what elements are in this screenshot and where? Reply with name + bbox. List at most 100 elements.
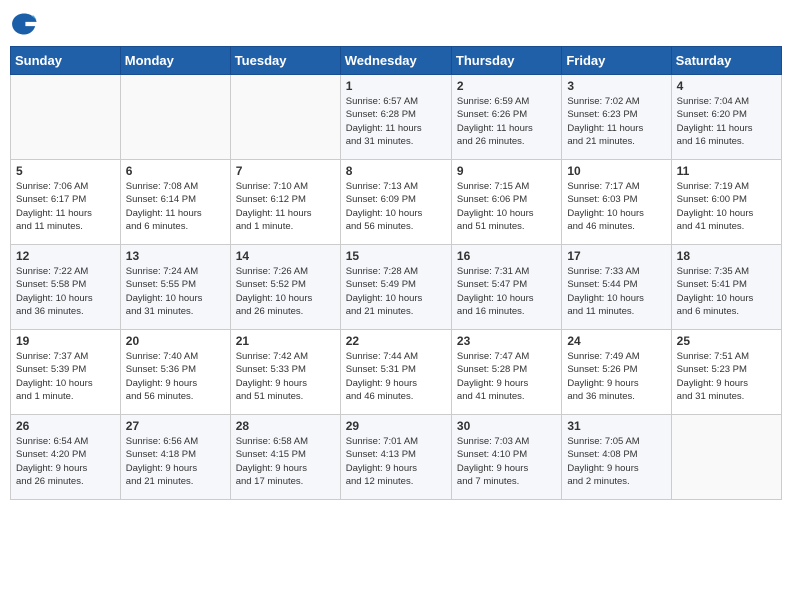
day-number: 24 bbox=[567, 334, 665, 348]
day-info: Sunrise: 7:37 AM Sunset: 5:39 PM Dayligh… bbox=[16, 350, 115, 403]
calendar-cell: 11Sunrise: 7:19 AM Sunset: 6:00 PM Dayli… bbox=[671, 160, 781, 245]
day-number: 4 bbox=[677, 79, 776, 93]
calendar-cell: 15 Sunrise: 7:28 AM Sunset: 5:49 PM Dayli… bbox=[340, 245, 451, 330]
calendar-cell: 28 Sunrise: 6:58 AM Sunset: 4:15 PM Dayli… bbox=[230, 415, 340, 500]
calendar-cell: 22 Sunrise: 7:44 AM Sunset: 5:31 PM Dayli… bbox=[340, 330, 451, 415]
calendar-cell: 2Sunrise: 6:59 AM Sunset: 6:26 PM Daylig… bbox=[451, 75, 561, 160]
day-info: Sunrise: 7:44 AM Sunset: 5:31 PM Dayligh… bbox=[346, 350, 446, 403]
calendar-week-4: 19 Sunrise: 7:37 AM Sunset: 5:39 PM Dayli… bbox=[11, 330, 782, 415]
day-number: 14 bbox=[236, 249, 335, 263]
calendar-cell bbox=[230, 75, 340, 160]
calendar-cell bbox=[120, 75, 230, 160]
day-info: Sunrise: 7:33 AM Sunset: 5:44 PM Dayligh… bbox=[567, 265, 665, 318]
logo bbox=[10, 10, 42, 38]
page-header bbox=[10, 10, 782, 38]
day-info: Sunrise: 6:56 AM Sunset: 4:18 PM Dayligh… bbox=[126, 435, 225, 488]
calendar-cell: 29Sunrise: 7:01 AM Sunset: 4:13 PM Dayli… bbox=[340, 415, 451, 500]
header-wednesday: Wednesday bbox=[340, 47, 451, 75]
day-number: 3 bbox=[567, 79, 665, 93]
day-info: Sunrise: 6:57 AM Sunset: 6:28 PM Dayligh… bbox=[346, 95, 446, 148]
calendar-cell: 30 Sunrise: 7:03 AM Sunset: 4:10 PM Dayli… bbox=[451, 415, 561, 500]
day-number: 2 bbox=[457, 79, 556, 93]
day-info: Sunrise: 7:28 AM Sunset: 5:49 PM Dayligh… bbox=[346, 265, 446, 318]
day-info: Sunrise: 7:42 AM Sunset: 5:33 PM Dayligh… bbox=[236, 350, 335, 403]
calendar-week-5: 26 Sunrise: 6:54 AM Sunset: 4:20 PM Dayli… bbox=[11, 415, 782, 500]
header-thursday: Thursday bbox=[451, 47, 561, 75]
day-number: 25 bbox=[677, 334, 776, 348]
day-info: Sunrise: 7:19 AM Sunset: 6:00 PM Dayligh… bbox=[677, 180, 776, 233]
calendar-cell: 14 Sunrise: 7:26 AM Sunset: 5:52 PM Dayli… bbox=[230, 245, 340, 330]
day-number: 18 bbox=[677, 249, 776, 263]
calendar-cell: 1Sunrise: 6:57 AM Sunset: 6:28 PM Daylig… bbox=[340, 75, 451, 160]
day-number: 10 bbox=[567, 164, 665, 178]
day-number: 15 bbox=[346, 249, 446, 263]
day-info: Sunrise: 7:04 AM Sunset: 6:20 PM Dayligh… bbox=[677, 95, 776, 148]
day-info: Sunrise: 7:15 AM Sunset: 6:06 PM Dayligh… bbox=[457, 180, 556, 233]
day-info: Sunrise: 7:51 AM Sunset: 5:23 PM Dayligh… bbox=[677, 350, 776, 403]
day-number: 7 bbox=[236, 164, 335, 178]
calendar-cell bbox=[11, 75, 121, 160]
calendar-cell: 12Sunrise: 7:22 AM Sunset: 5:58 PM Dayli… bbox=[11, 245, 121, 330]
calendar-header-row: SundayMondayTuesdayWednesdayThursdayFrid… bbox=[11, 47, 782, 75]
calendar-cell: 31 Sunrise: 7:05 AM Sunset: 4:08 PM Dayli… bbox=[562, 415, 671, 500]
day-info: Sunrise: 7:24 AM Sunset: 5:55 PM Dayligh… bbox=[126, 265, 225, 318]
calendar-cell: 27 Sunrise: 6:56 AM Sunset: 4:18 PM Dayli… bbox=[120, 415, 230, 500]
calendar-table: SundayMondayTuesdayWednesdayThursdayFrid… bbox=[10, 46, 782, 500]
calendar-cell: 10 Sunrise: 7:17 AM Sunset: 6:03 PM Dayli… bbox=[562, 160, 671, 245]
day-number: 6 bbox=[126, 164, 225, 178]
day-number: 31 bbox=[567, 419, 665, 433]
calendar-cell: 8Sunrise: 7:13 AM Sunset: 6:09 PM Daylig… bbox=[340, 160, 451, 245]
calendar-cell: 13 Sunrise: 7:24 AM Sunset: 5:55 PM Dayli… bbox=[120, 245, 230, 330]
day-number: 19 bbox=[16, 334, 115, 348]
calendar-cell: 17 Sunrise: 7:33 AM Sunset: 5:44 PM Dayli… bbox=[562, 245, 671, 330]
day-info: Sunrise: 6:58 AM Sunset: 4:15 PM Dayligh… bbox=[236, 435, 335, 488]
calendar-week-3: 12Sunrise: 7:22 AM Sunset: 5:58 PM Dayli… bbox=[11, 245, 782, 330]
day-number: 9 bbox=[457, 164, 556, 178]
day-number: 13 bbox=[126, 249, 225, 263]
calendar-cell: 19 Sunrise: 7:37 AM Sunset: 5:39 PM Dayli… bbox=[11, 330, 121, 415]
calendar-cell: 9 Sunrise: 7:15 AM Sunset: 6:06 PM Daylig… bbox=[451, 160, 561, 245]
day-number: 23 bbox=[457, 334, 556, 348]
calendar-cell: 25 Sunrise: 7:51 AM Sunset: 5:23 PM Dayli… bbox=[671, 330, 781, 415]
day-info: Sunrise: 7:05 AM Sunset: 4:08 PM Dayligh… bbox=[567, 435, 665, 488]
day-info: Sunrise: 7:17 AM Sunset: 6:03 PM Dayligh… bbox=[567, 180, 665, 233]
header-saturday: Saturday bbox=[671, 47, 781, 75]
calendar-cell: 26 Sunrise: 6:54 AM Sunset: 4:20 PM Dayli… bbox=[11, 415, 121, 500]
day-number: 30 bbox=[457, 419, 556, 433]
day-number: 28 bbox=[236, 419, 335, 433]
day-number: 16 bbox=[457, 249, 556, 263]
day-info: Sunrise: 7:02 AM Sunset: 6:23 PM Dayligh… bbox=[567, 95, 665, 148]
calendar-week-2: 5Sunrise: 7:06 AM Sunset: 6:17 PM Daylig… bbox=[11, 160, 782, 245]
day-info: Sunrise: 7:13 AM Sunset: 6:09 PM Dayligh… bbox=[346, 180, 446, 233]
calendar-cell: 24 Sunrise: 7:49 AM Sunset: 5:26 PM Dayli… bbox=[562, 330, 671, 415]
calendar-cell: 16 Sunrise: 7:31 AM Sunset: 5:47 PM Dayli… bbox=[451, 245, 561, 330]
header-monday: Monday bbox=[120, 47, 230, 75]
calendar-cell: 21 Sunrise: 7:42 AM Sunset: 5:33 PM Dayli… bbox=[230, 330, 340, 415]
calendar-cell: 5Sunrise: 7:06 AM Sunset: 6:17 PM Daylig… bbox=[11, 160, 121, 245]
day-info: Sunrise: 7:03 AM Sunset: 4:10 PM Dayligh… bbox=[457, 435, 556, 488]
day-info: Sunrise: 7:40 AM Sunset: 5:36 PM Dayligh… bbox=[126, 350, 225, 403]
day-info: Sunrise: 7:01 AM Sunset: 4:13 PM Dayligh… bbox=[346, 435, 446, 488]
header-tuesday: Tuesday bbox=[230, 47, 340, 75]
day-info: Sunrise: 7:06 AM Sunset: 6:17 PM Dayligh… bbox=[16, 180, 115, 233]
calendar-cell: 7 Sunrise: 7:10 AM Sunset: 6:12 PM Daylig… bbox=[230, 160, 340, 245]
day-number: 22 bbox=[346, 334, 446, 348]
calendar-cell: 6 Sunrise: 7:08 AM Sunset: 6:14 PM Daylig… bbox=[120, 160, 230, 245]
day-info: Sunrise: 7:35 AM Sunset: 5:41 PM Dayligh… bbox=[677, 265, 776, 318]
day-info: Sunrise: 7:26 AM Sunset: 5:52 PM Dayligh… bbox=[236, 265, 335, 318]
day-number: 27 bbox=[126, 419, 225, 433]
day-number: 26 bbox=[16, 419, 115, 433]
day-info: Sunrise: 7:49 AM Sunset: 5:26 PM Dayligh… bbox=[567, 350, 665, 403]
day-info: Sunrise: 7:47 AM Sunset: 5:28 PM Dayligh… bbox=[457, 350, 556, 403]
calendar-cell: 20Sunrise: 7:40 AM Sunset: 5:36 PM Dayli… bbox=[120, 330, 230, 415]
calendar-cell bbox=[671, 415, 781, 500]
day-info: Sunrise: 7:10 AM Sunset: 6:12 PM Dayligh… bbox=[236, 180, 335, 233]
day-info: Sunrise: 6:54 AM Sunset: 4:20 PM Dayligh… bbox=[16, 435, 115, 488]
day-info: Sunrise: 7:08 AM Sunset: 6:14 PM Dayligh… bbox=[126, 180, 225, 233]
day-number: 21 bbox=[236, 334, 335, 348]
calendar-cell: 3 Sunrise: 7:02 AM Sunset: 6:23 PM Daylig… bbox=[562, 75, 671, 160]
day-number: 17 bbox=[567, 249, 665, 263]
day-info: Sunrise: 7:22 AM Sunset: 5:58 PM Dayligh… bbox=[16, 265, 115, 318]
calendar-cell: 4 Sunrise: 7:04 AM Sunset: 6:20 PM Daylig… bbox=[671, 75, 781, 160]
day-info: Sunrise: 7:31 AM Sunset: 5:47 PM Dayligh… bbox=[457, 265, 556, 318]
